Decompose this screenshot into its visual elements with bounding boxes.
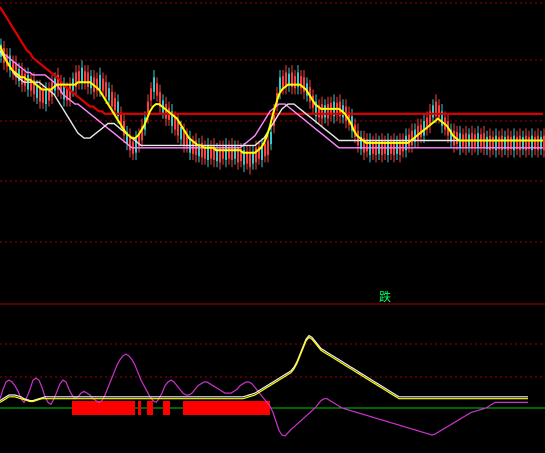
candle-body [150,88,152,101]
candle-body [105,82,107,97]
candle-body [99,74,101,90]
candle-body [270,132,272,145]
indicator-red-bar [163,401,170,415]
indicator-red-bar [72,401,135,415]
signal-marker: 跌 [379,289,391,304]
candle-body [42,90,44,103]
candle-body [294,76,296,89]
candle-body [114,97,116,111]
candle-body [36,85,38,98]
candle-body [324,105,326,118]
candle-body [153,77,155,92]
candle-body [87,72,89,88]
indicator-red-bar [138,401,141,415]
indicator-red-bar [147,401,153,415]
stock-chart: 跌 [0,0,545,453]
candle-body [321,104,323,119]
candle-body [264,144,266,157]
indicator-red-bar [183,401,270,415]
candle-body [180,127,182,140]
candle-body [111,91,113,107]
candle-body [174,117,176,130]
candle-body [282,76,284,89]
candle-body [249,152,251,168]
candle-body [102,78,104,91]
candle-body [267,140,269,156]
candle-body [45,89,47,105]
candle-body [327,104,329,119]
candle-body [156,83,158,96]
candle-body [303,77,305,92]
candle-body [438,105,440,118]
candle-body [432,105,434,118]
candle-body [108,88,110,101]
candle-body [81,67,83,83]
